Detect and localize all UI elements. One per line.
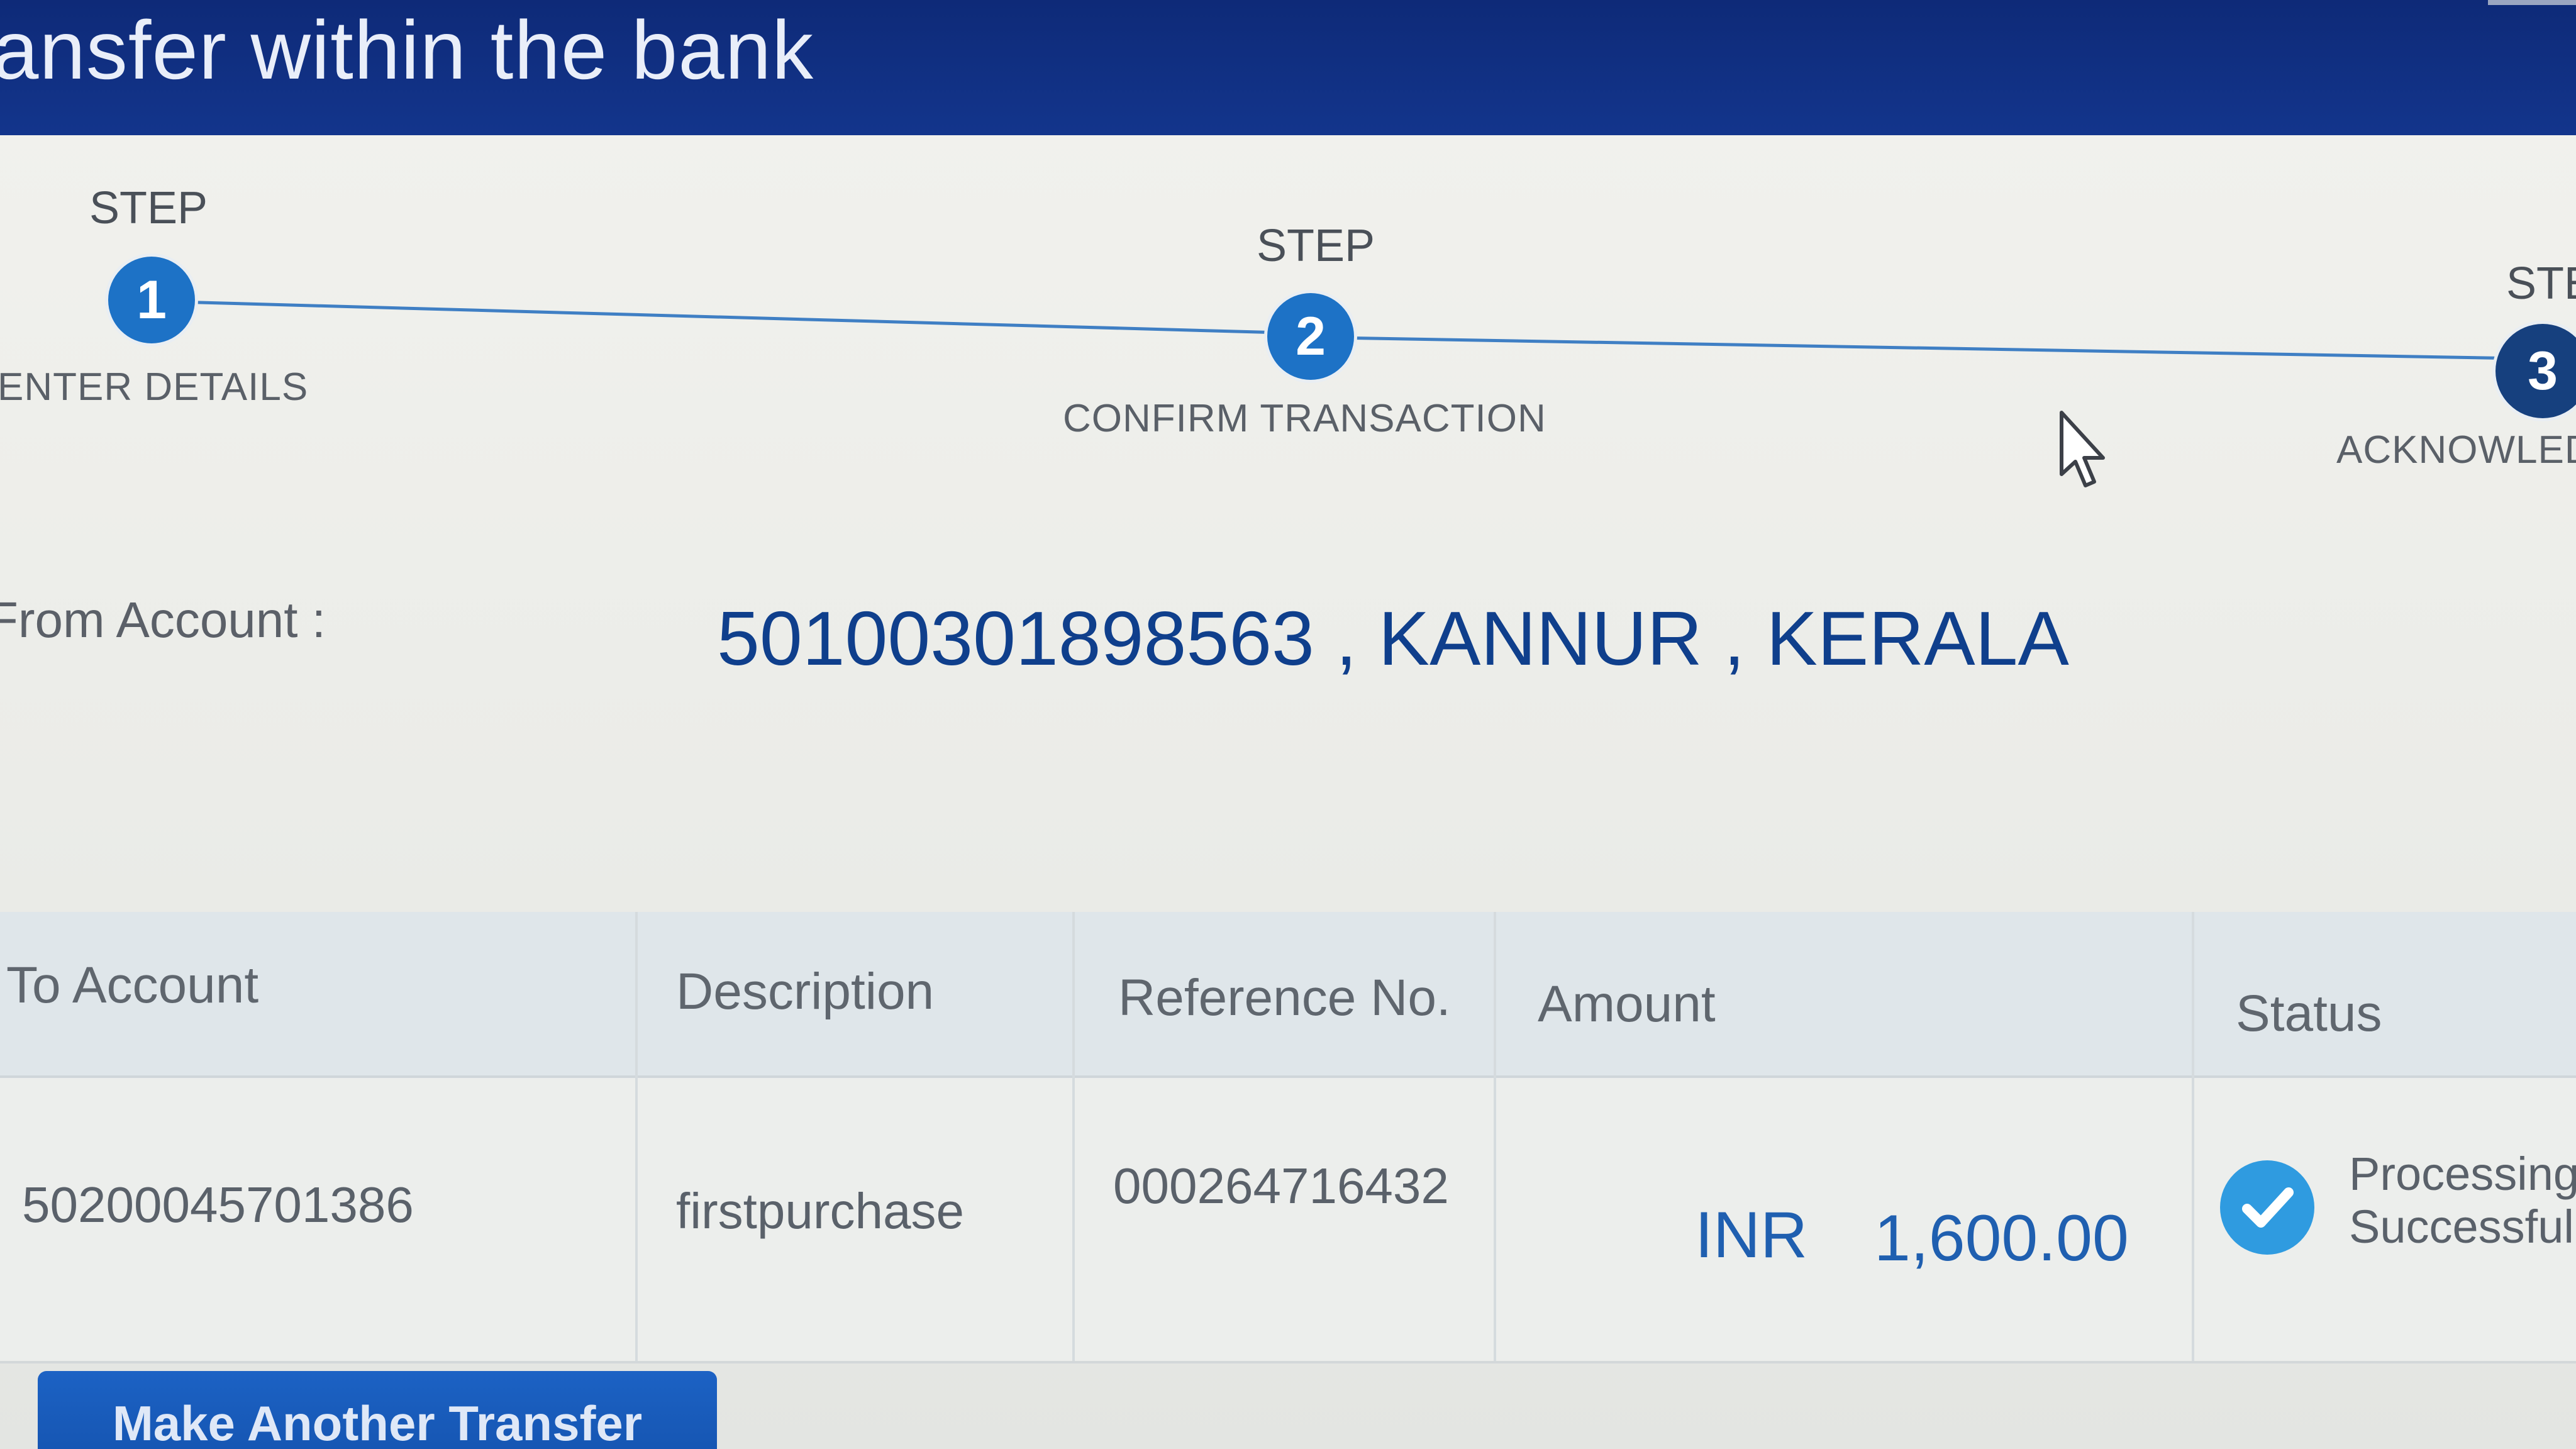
from-account-value: 50100301898563 , KANNUR , KERALA <box>717 596 2069 681</box>
status-line-processing: Processing <box>2349 1148 2576 1200</box>
step-connector-1-2 <box>188 301 1270 335</box>
page-header: ansfer within the bank <box>0 0 2576 135</box>
step-connector-2-3 <box>1352 336 2503 360</box>
step-1-label: ENTER DETAILS <box>0 365 309 409</box>
mouse-pointer-icon <box>2060 411 2105 487</box>
step-2-label: CONFIRM TRANSACTION <box>1063 397 1546 440</box>
column-divider <box>2192 912 2194 1361</box>
column-header-reference-no: Reference No. <box>1118 969 1451 1026</box>
status-line-successful: Successful <box>2349 1201 2574 1253</box>
from-account-label: From Account : <box>0 592 326 648</box>
make-another-transfer-button[interactable]: Make Another Transfer <box>38 1371 717 1449</box>
column-divider <box>635 912 638 1361</box>
step-2-circle: 2 <box>1267 293 1354 380</box>
step-1-heading: STEP <box>89 183 208 233</box>
page-title: ansfer within the bank <box>0 4 814 96</box>
cell-to-account: 50200045701386 <box>22 1177 414 1233</box>
step-3-label: ACKNOWLED <box>2336 428 2576 472</box>
step-3-heading: STE <box>2506 258 2576 309</box>
column-divider <box>1072 912 1075 1361</box>
checkmark-icon <box>2242 1187 2294 1228</box>
column-header-to-account: To Account <box>6 957 259 1014</box>
column-header-status: Status <box>2236 985 2382 1042</box>
step-3-circle: 3 <box>2496 324 2576 418</box>
fund-transfer-page: ansfer within the bank STEP 1 ENTER DETA… <box>0 0 2576 1449</box>
column-header-amount: Amount <box>1538 975 1716 1033</box>
check-circle-icon <box>2220 1160 2314 1255</box>
header-accent <box>2488 0 2576 5</box>
step-2-heading: STEP <box>1257 221 1375 271</box>
step-1-circle: 1 <box>108 257 195 343</box>
transfer-stepper: STEP 1 ENTER DETAILS STEP 2 CONFIRM TRAN… <box>0 145 2576 497</box>
cell-amount-value: 1,600.00 <box>1874 1202 2129 1275</box>
column-header-description: Description <box>676 963 935 1020</box>
column-divider <box>1494 912 1496 1361</box>
cell-reference-no: 000264716432 <box>1113 1158 1449 1214</box>
cell-status: Processing Successful <box>2349 1148 2576 1253</box>
transactions-table: To Account Description Reference No. Amo… <box>0 912 2576 1365</box>
cell-description: firstpurchase <box>676 1183 964 1239</box>
cell-amount-currency: INR <box>1695 1199 1808 1272</box>
